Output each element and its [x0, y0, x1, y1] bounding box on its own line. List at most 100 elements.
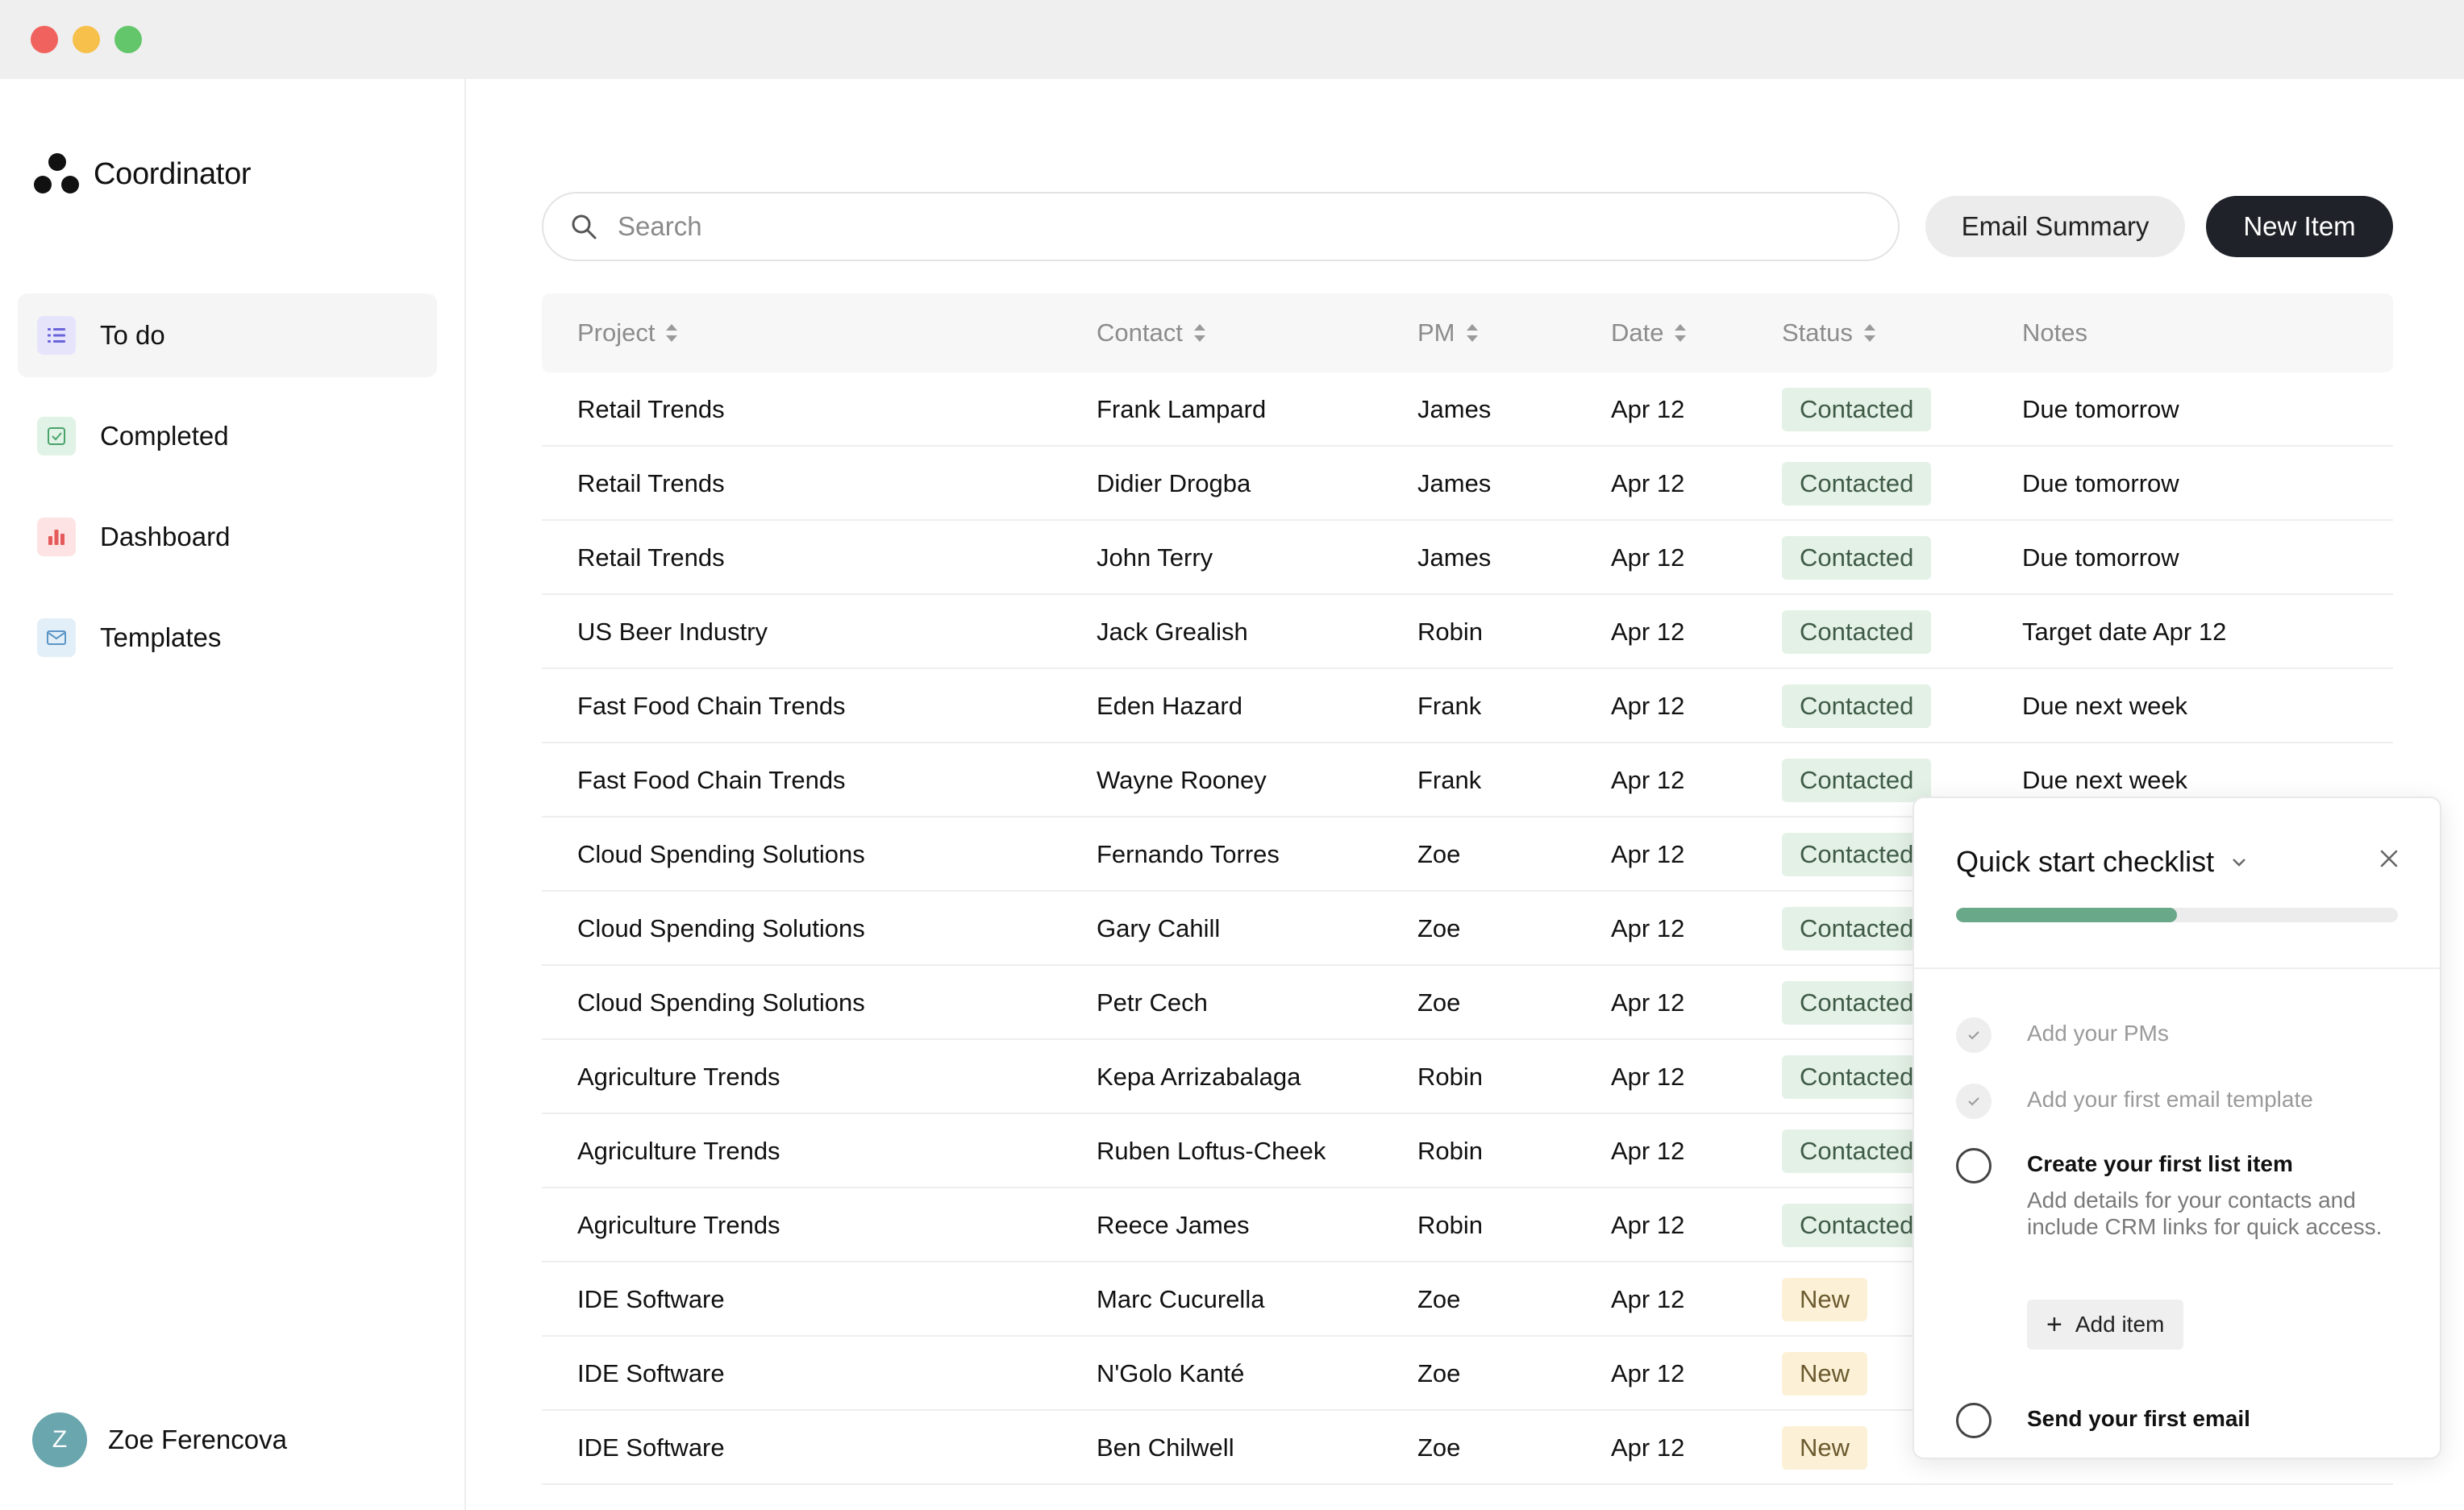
checklist-progress-bar	[1956, 908, 2398, 922]
cell-date: Apr 12	[1611, 1359, 1685, 1387]
cell-contact: Petr Cech	[1097, 988, 1208, 1017]
user-profile[interactable]: Z Zoe Ferencova	[32, 1412, 287, 1467]
checklist-item-create-list-item[interactable]: Create your first list item	[1956, 1148, 2293, 1183]
cell-date: Apr 12	[1611, 543, 1685, 572]
cell-contact: Didier Drogba	[1097, 469, 1251, 497]
cell-notes: Due tomorrow	[2022, 543, 2179, 572]
check-square-icon	[37, 417, 76, 455]
search-bar	[542, 192, 1900, 261]
window-close-button[interactable]	[31, 26, 58, 53]
checklist-item-add-pms[interactable]: Add your PMs	[1956, 1017, 2169, 1053]
status-badge[interactable]: New	[1782, 1352, 1868, 1396]
sort-icon	[1675, 324, 1687, 342]
cell-pm: Zoe	[1417, 988, 1461, 1017]
column-header-contact[interactable]: Contact	[1097, 318, 1205, 347]
column-header-label: Date	[1611, 318, 1664, 347]
empty-circle-icon[interactable]	[1956, 1403, 1992, 1438]
status-badge[interactable]: Contacted	[1782, 1055, 1932, 1099]
search-input[interactable]	[618, 211, 1827, 242]
new-item-button[interactable]: New Item	[2206, 196, 2393, 257]
cell-contact: Ruben Loftus-Cheek	[1097, 1137, 1326, 1165]
chevron-down-icon	[2233, 859, 2245, 867]
checklist-item-description: Add details for your contacts and includ…	[2027, 1188, 2383, 1239]
cell-project: Retail Trends	[577, 543, 725, 572]
brand[interactable]: Coordinator	[34, 150, 252, 198]
sidebar-item-label: To do	[100, 320, 165, 350]
cell-status: Contacted	[1782, 1040, 1932, 1114]
add-item-button[interactable]: + Add item	[2027, 1300, 2184, 1350]
table-row[interactable]: Retail Trends Didier Drogba James Apr 12 Con…	[542, 447, 2393, 521]
email-summary-button[interactable]: Email Summary	[1925, 196, 2185, 257]
status-badge[interactable]: Contacted	[1782, 1204, 1932, 1247]
status-badge[interactable]: Contacted	[1782, 610, 1932, 654]
window-zoom-button[interactable]	[114, 26, 142, 53]
sidebar-item-label: Templates	[100, 622, 222, 652]
sidebar-item-label: Completed	[100, 421, 229, 451]
sidebar-item-todo[interactable]: To do	[18, 293, 437, 377]
cell-project: Cloud Spending Solutions	[577, 988, 865, 1017]
column-header-status[interactable]: Status	[1782, 318, 1875, 347]
checklist-progress-fill	[1956, 908, 2177, 922]
cell-status: Contacted	[1782, 1114, 1932, 1188]
cell-pm: Zoe	[1417, 1433, 1461, 1462]
check-icon	[1956, 1084, 1992, 1119]
cell-contact: Frank Lampard	[1097, 395, 1267, 423]
cell-project: IDE Software	[577, 1359, 725, 1387]
empty-circle-icon[interactable]	[1956, 1148, 1992, 1183]
checklist-item-send-email[interactable]: Send your first email	[1956, 1403, 2250, 1438]
checklist-header[interactable]: Quick start checklist	[1956, 845, 2248, 879]
table-row[interactable]: US Beer Industry Jack Grealish Robin Apr 12…	[542, 595, 2393, 669]
status-badge[interactable]: Contacted	[1782, 462, 1932, 505]
cell-notes: Due tomorrow	[2022, 469, 2179, 497]
sidebar: Coordinator To do Completed Dashboard Te…	[0, 79, 466, 1510]
cell-project: US Beer Industry	[577, 618, 768, 646]
cell-contact: Wayne Rooney	[1097, 766, 1267, 794]
column-header-label: Status	[1782, 318, 1853, 347]
table-row[interactable]: Retail Trends Frank Lampard James Apr 12 Con…	[542, 372, 2393, 447]
column-header-pm[interactable]: PM	[1417, 318, 1478, 347]
column-header-date[interactable]: Date	[1611, 318, 1687, 347]
cell-pm: Robin	[1417, 1063, 1483, 1091]
cell-date: Apr 12	[1611, 469, 1685, 497]
status-badge[interactable]: Contacted	[1782, 684, 1932, 728]
checklist-item-add-template[interactable]: Add your first email template	[1956, 1084, 2313, 1119]
column-header-label: Project	[577, 318, 656, 347]
sort-icon	[1193, 324, 1205, 342]
checklist-item-label: Add your first email template	[2027, 1087, 2313, 1112]
sidebar-item-templates[interactable]: Templates	[18, 596, 437, 680]
cell-pm: Zoe	[1417, 840, 1461, 868]
cell-project: Fast Food Chain Trends	[577, 766, 846, 794]
status-badge[interactable]: Contacted	[1782, 833, 1932, 876]
cell-contact: John Terry	[1097, 543, 1213, 572]
table-row[interactable]: Fast Food Chain Trends Eden Hazard Frank Ap…	[542, 669, 2393, 743]
cell-project: Cloud Spending Solutions	[577, 914, 865, 942]
column-header-project[interactable]: Project	[577, 318, 678, 347]
window-titlebar	[0, 0, 2464, 79]
status-badge[interactable]: Contacted	[1782, 981, 1932, 1025]
cell-date: Apr 12	[1611, 1063, 1685, 1091]
table-row[interactable]: Retail Trends John Terry James Apr 12 Contac…	[542, 521, 2393, 595]
bar-chart-icon	[37, 518, 76, 556]
window-minimize-button[interactable]	[73, 26, 100, 53]
cell-project: Agriculture Trends	[577, 1137, 780, 1165]
status-badge[interactable]: Contacted	[1782, 388, 1932, 431]
cell-status: Contacted	[1782, 966, 1932, 1040]
sidebar-item-dashboard[interactable]: Dashboard	[18, 495, 437, 579]
status-badge[interactable]: Contacted	[1782, 1129, 1932, 1173]
list-icon	[37, 316, 76, 355]
status-badge[interactable]: Contacted	[1782, 536, 1932, 580]
status-badge[interactable]: New	[1782, 1278, 1868, 1321]
checklist-title: Quick start checklist	[1956, 845, 2215, 878]
cell-status: Contacted	[1782, 595, 1932, 669]
close-icon[interactable]	[2375, 845, 2403, 872]
cell-notes: Target date Apr 12	[2022, 618, 2227, 646]
cell-status: Contacted	[1782, 743, 1932, 817]
cell-contact: Marc Cucurella	[1097, 1285, 1265, 1313]
status-badge[interactable]: New	[1782, 1426, 1868, 1470]
status-badge[interactable]: Contacted	[1782, 907, 1932, 951]
cell-pm: Robin	[1417, 1137, 1483, 1165]
status-badge[interactable]: Contacted	[1782, 759, 1932, 802]
avatar: Z	[32, 1412, 87, 1467]
cell-date: Apr 12	[1611, 692, 1685, 720]
sidebar-item-completed[interactable]: Completed	[18, 394, 437, 478]
